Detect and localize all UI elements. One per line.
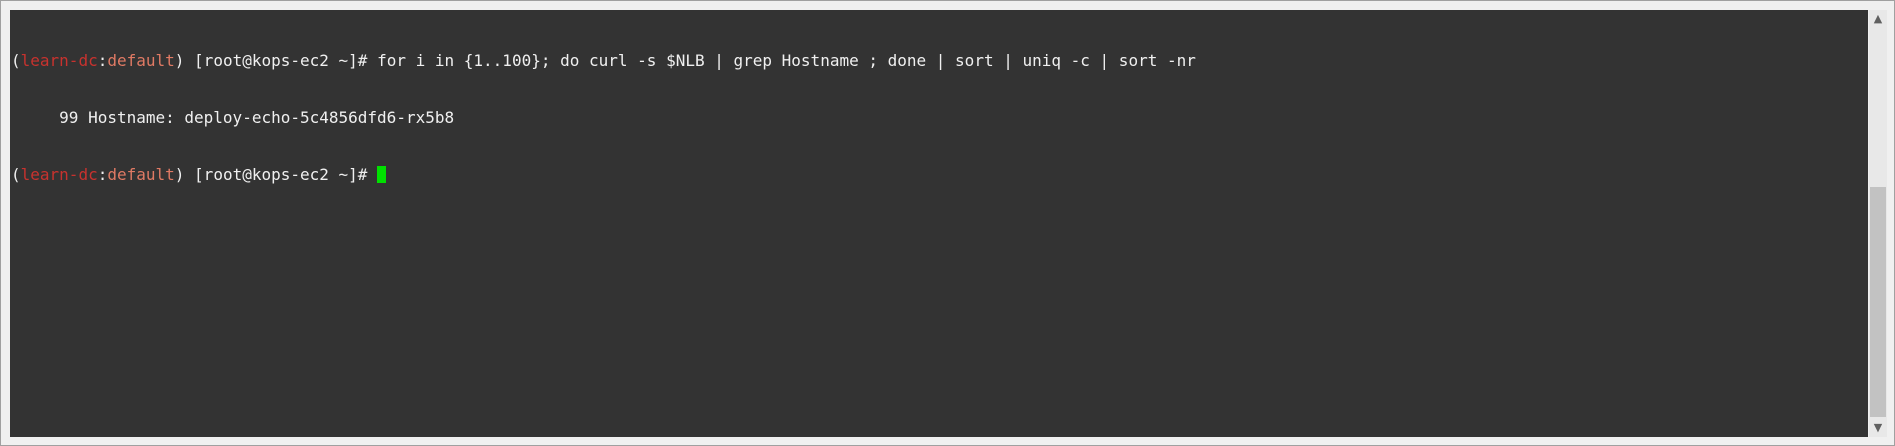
prompt-open-paren: ( [11, 165, 21, 184]
command-output: 99 Hostname: deploy-echo-5c4856dfd6-rx5b… [11, 108, 455, 127]
prompt-context-name: learn-dc [20, 165, 98, 184]
scroll-down-arrow-icon[interactable]: ▼ [1869, 419, 1887, 437]
prompt-context-name: learn-dc [20, 51, 98, 70]
terminal-line-output: 99 Hostname: deploy-echo-5c4856dfd6-rx5b… [11, 108, 1868, 127]
prompt-namespace: default [107, 165, 175, 184]
prompt-user-host: ) [root@kops-ec2 ~]# [174, 165, 378, 184]
prompt-open-paren: ( [11, 51, 21, 70]
vertical-scrollbar[interactable]: ▲ ▼ [1869, 10, 1887, 437]
prompt-namespace: default [107, 51, 175, 70]
scrollbar-thumb[interactable] [1870, 187, 1886, 417]
scroll-up-arrow-icon[interactable]: ▲ [1869, 10, 1887, 28]
prompt-context-separator: : [97, 165, 108, 184]
terminal-line-command: (learn-dc:default) [root@kops-ec2 ~]# fo… [11, 51, 1868, 70]
terminal-line-prompt: (learn-dc:default) [root@kops-ec2 ~]# [11, 165, 1868, 184]
prompt-user-host: ) [root@kops-ec2 ~]# [174, 51, 378, 70]
text-cursor [377, 166, 387, 183]
command-text: for i in {1..100}; do curl -s $NLB | gre… [377, 51, 1196, 70]
terminal-area[interactable]: (learn-dc:default) [root@kops-ec2 ~]# fo… [10, 10, 1868, 437]
terminal-window: (learn-dc:default) [root@kops-ec2 ~]# fo… [0, 0, 1895, 446]
prompt-context-separator: : [97, 51, 108, 70]
